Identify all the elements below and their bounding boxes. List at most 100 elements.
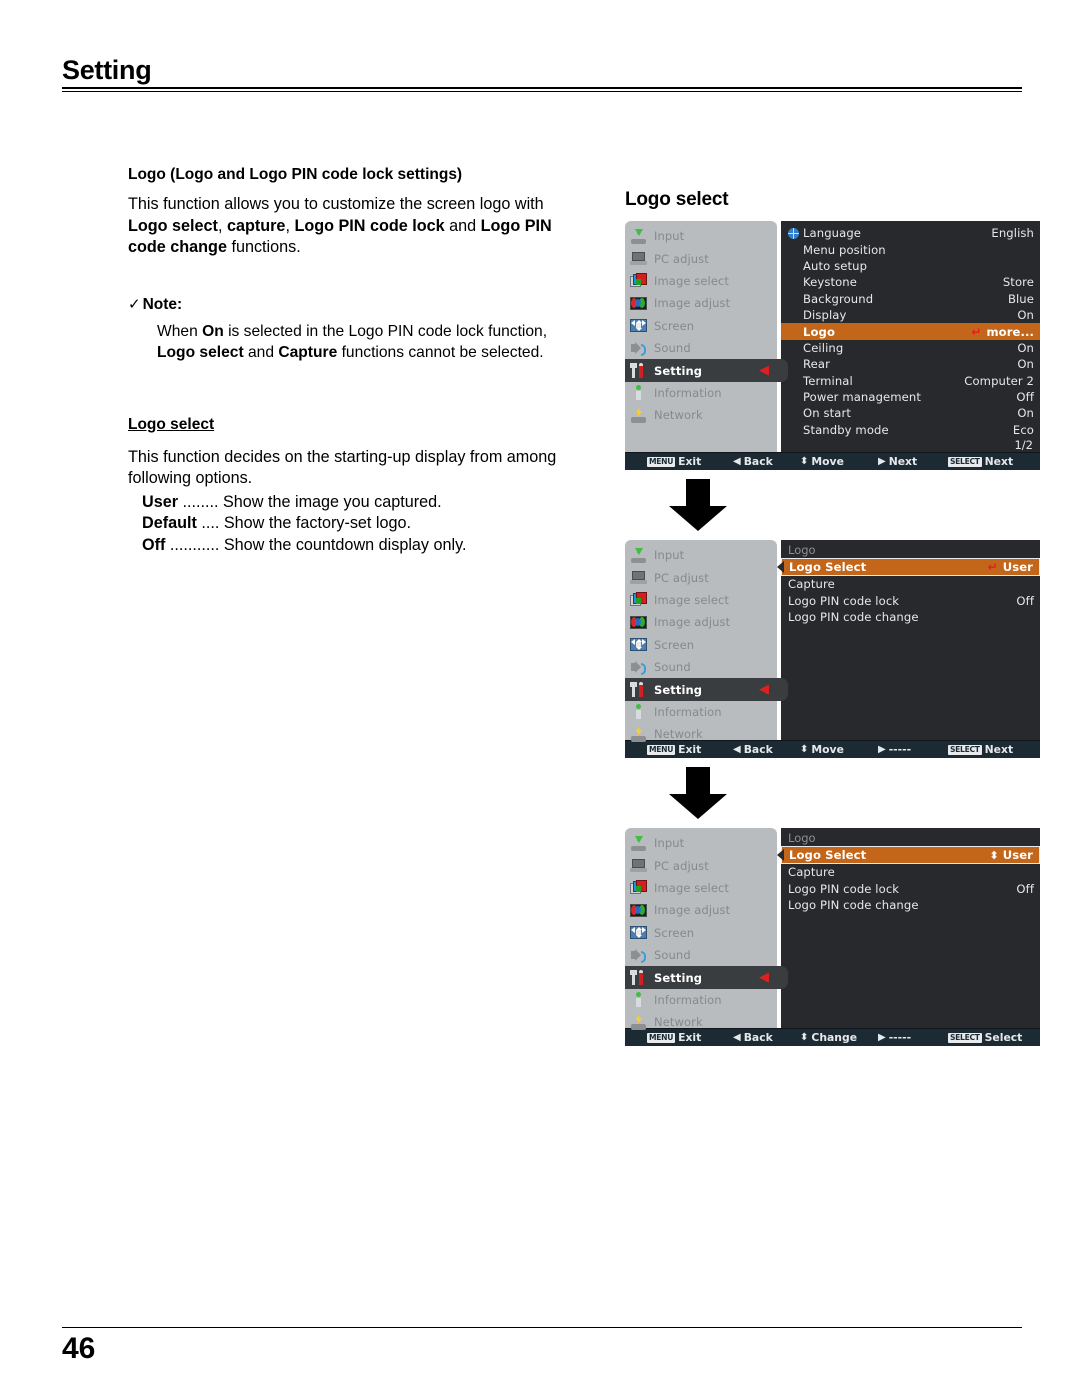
bar-label-move: Move xyxy=(811,455,844,468)
menu-row-selected[interactable]: Logo Select ⬍ User xyxy=(777,846,1040,864)
menu-row[interactable]: Background Blue xyxy=(781,291,1040,307)
sidebar-item-image-adjust[interactable]: Image adjust xyxy=(625,899,777,921)
menu-row[interactable]: Power management Off xyxy=(781,389,1040,405)
sidebar-item-information[interactable]: Information xyxy=(625,382,777,404)
bar-next[interactable]: ▶ Next xyxy=(878,455,917,468)
bar-select[interactable]: SELECT Next xyxy=(948,455,1013,468)
bar-back[interactable]: ◀ Back xyxy=(733,455,773,468)
bar-move[interactable]: ⬍ Change xyxy=(800,1031,857,1044)
menu-row[interactable]: Language English xyxy=(781,225,1040,241)
figure-title: Logo select xyxy=(625,189,729,210)
bar-label-select: Next xyxy=(984,455,1014,468)
menu-row[interactable]: Auto setup xyxy=(781,258,1040,274)
sidebar-item-screen[interactable]: Screen xyxy=(625,922,777,944)
sound-icon xyxy=(630,660,647,675)
arrow-up-down-icon: ⬍ xyxy=(800,744,809,755)
osd-main-panel: Logo Logo Select ↵ User Capture Logo PIN code… xyxy=(777,540,1040,740)
menu-row-label: Capture xyxy=(788,865,835,880)
menu-row-label: On start xyxy=(803,406,851,421)
sidebar-item-label: Sound xyxy=(654,948,691,963)
menu-row[interactable]: Logo PIN code lock Off xyxy=(781,880,1040,896)
sidebar-item-network[interactable]: Network xyxy=(625,1011,777,1033)
sidebar-item-image-adjust[interactable]: Image adjust xyxy=(625,611,777,633)
sidebar-item-pc-adjust[interactable]: PC adjust xyxy=(625,854,777,876)
menu-row[interactable]: Standby mode Eco xyxy=(781,422,1040,438)
sidebar-item-setting[interactable]: Setting ◀ xyxy=(625,359,788,383)
bar-select[interactable]: SELECT Next xyxy=(948,743,1013,756)
menu-row[interactable]: Keystone Store xyxy=(781,274,1040,290)
sidebar-item-setting[interactable]: Setting ◀ xyxy=(625,966,788,990)
menu-row[interactable]: Logo PIN code lock Off xyxy=(781,592,1040,608)
osd-sidebar: Input PC adjust Image select Image adjust Sc… xyxy=(625,828,788,1030)
sound-icon xyxy=(630,948,647,963)
menu-row-label: Background xyxy=(803,291,874,306)
flow-arrow-down-icon xyxy=(669,767,727,819)
setting-icon xyxy=(630,682,647,698)
sidebar-item-label: Setting xyxy=(654,682,703,697)
menu-row-label: Menu position xyxy=(803,242,886,257)
intro-text-1: This function allows you to customize th… xyxy=(128,195,544,213)
sidebar-item-network[interactable]: Network xyxy=(625,723,777,745)
sidebar-item-pc-adjust[interactable]: PC adjust xyxy=(625,566,777,588)
sidebar-item-input[interactable]: Input xyxy=(625,832,777,854)
menu-row[interactable]: Capture xyxy=(781,864,1040,880)
bar-next[interactable]: ▶ ----- xyxy=(878,1031,911,1044)
intro-paragraph: This function allows you to customize th… xyxy=(128,194,583,259)
sidebar-item-image-adjust[interactable]: Image adjust xyxy=(625,292,777,314)
bar-move[interactable]: ⬍ Move xyxy=(800,455,844,468)
sidebar-item-label: Sound xyxy=(654,341,691,356)
menu-row-selected[interactable]: Logo Select ↵ User xyxy=(777,558,1040,576)
sidebar-item-label: Screen xyxy=(654,925,695,940)
sidebar-item-setting[interactable]: Setting ◀ xyxy=(625,678,788,702)
bar-label-back: Back xyxy=(743,455,773,468)
bar-select[interactable]: SELECT Select xyxy=(948,1031,1022,1044)
left-text-column: Logo (Logo and Logo PIN code lock settin… xyxy=(128,165,583,556)
sidebar-item-sound[interactable]: Sound xyxy=(625,337,777,359)
menu-row[interactable]: Logo PIN code change xyxy=(781,897,1040,913)
intro-text-5: functions. xyxy=(226,238,301,256)
option-term: Off xyxy=(142,535,166,554)
menu-key-chip: MENU xyxy=(647,456,676,467)
screen-icon xyxy=(630,925,647,940)
sidebar-item-label: Setting xyxy=(654,363,703,378)
note-block: ✓ Note: When On is selected in the Logo … xyxy=(128,295,583,363)
arrow-left-icon: ◀ xyxy=(733,1032,741,1043)
note-text-2: is selected in the Logo PIN code lock fu… xyxy=(223,322,548,340)
information-icon xyxy=(630,385,647,401)
menu-row[interactable]: On start On xyxy=(781,405,1040,421)
sidebar-item-sound[interactable]: Sound xyxy=(625,944,777,966)
flow-arrow-down-icon xyxy=(669,479,727,531)
sidebar-item-screen[interactable]: Screen xyxy=(625,315,777,337)
sidebar-item-input[interactable]: Input xyxy=(625,544,777,566)
bar-label-select: Select xyxy=(984,1031,1023,1044)
header-rule-thin xyxy=(62,91,1022,92)
menu-row[interactable]: Display On xyxy=(781,307,1040,323)
sidebar-item-information[interactable]: Information xyxy=(625,989,777,1011)
sidebar-item-sound[interactable]: Sound xyxy=(625,656,777,678)
menu-row[interactable]: Rear On xyxy=(781,356,1040,372)
menu-row[interactable]: Terminal Computer 2 xyxy=(781,373,1040,389)
osd-screenshot-logo-select-change: Input PC adjust Image select Image adjust Sc… xyxy=(625,828,1040,1046)
sidebar-item-input[interactable]: Input xyxy=(625,225,777,247)
menu-row-label: Keystone xyxy=(803,275,857,290)
bar-move[interactable]: ⬍ Move xyxy=(800,743,844,756)
menu-row-selected[interactable]: Logo ↵ more... xyxy=(781,323,1040,340)
menu-row[interactable]: Capture xyxy=(781,576,1040,592)
pc-adjust-icon xyxy=(630,570,647,585)
sidebar-item-pc-adjust[interactable]: PC adjust xyxy=(625,247,777,269)
bar-next[interactable]: ▶ ----- xyxy=(878,743,911,756)
option-term: Default xyxy=(142,514,197,532)
option-desc: Show the factory-set logo. xyxy=(223,514,412,532)
sidebar-item-image-select[interactable]: Image select xyxy=(625,877,777,899)
menu-row[interactable]: Ceiling On xyxy=(781,340,1040,356)
menu-row-value: Blue xyxy=(1007,291,1034,306)
menu-row[interactable]: Menu position xyxy=(781,241,1040,257)
sidebar-item-image-select[interactable]: Image select xyxy=(625,270,777,292)
sidebar-item-screen[interactable]: Screen xyxy=(625,634,777,656)
sidebar-item-image-select[interactable]: Image select xyxy=(625,589,777,611)
menu-row[interactable]: Logo PIN code change xyxy=(781,609,1040,625)
sidebar-item-information[interactable]: Information xyxy=(625,701,777,723)
bar-exit[interactable]: MENU Exit xyxy=(647,455,701,468)
menu-row-label: Terminal xyxy=(803,373,853,388)
sidebar-item-network[interactable]: Network xyxy=(625,404,777,426)
